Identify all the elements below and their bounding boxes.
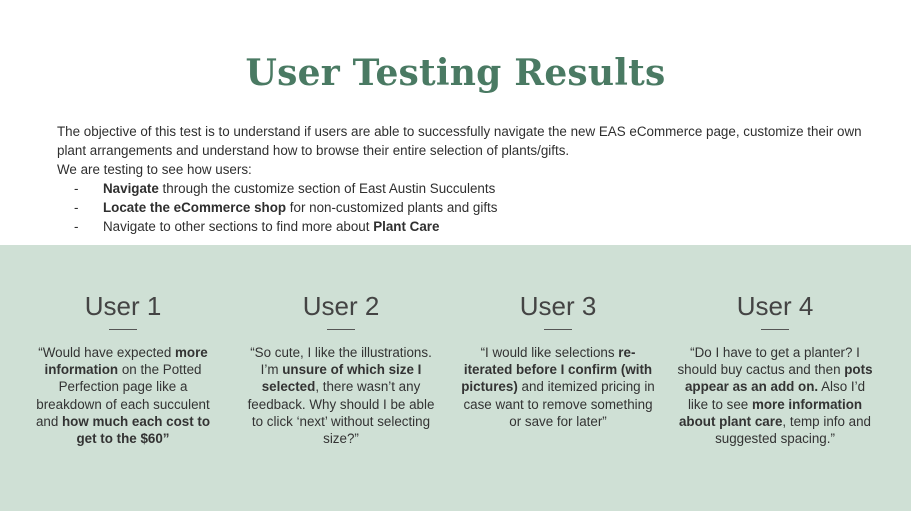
user-quote: “So cute, I like the illustrations. I’m … [243, 344, 439, 447]
heading-divider [109, 329, 137, 330]
goal-text: for non-customized plants and gifts [286, 200, 498, 215]
goal-text: through the customize section of East Au… [158, 181, 496, 196]
intro-section: The objective of this test is to underst… [57, 122, 887, 236]
bullet-dash: - [74, 219, 79, 234]
user-quote: “Do I have to get a planter? I should bu… [677, 344, 873, 447]
goals-list: - Navigate through the customize section… [57, 179, 887, 236]
goal-item-navigate: - Navigate through the customize section… [57, 179, 887, 198]
goal-text: Navigate to other sections to find more … [103, 219, 374, 234]
goal-item-locate: - Locate the eCommerce shop for non-cust… [57, 198, 887, 217]
slide-title: User Testing Results [245, 52, 666, 94]
objective-text: The objective of this test is to underst… [57, 124, 862, 158]
user-card-1: User 1 “Would have expected more informa… [25, 291, 221, 447]
user-heading: User 4 [736, 291, 814, 321]
user-heading: User 2 [302, 291, 380, 321]
user-quote: “Would have expected more information on… [25, 344, 221, 447]
quote-text: “I would like selections [480, 345, 619, 360]
heading-divider [544, 329, 572, 330]
user-card-2: User 2 “So cute, I like the illustration… [243, 291, 439, 447]
goal-bold: Locate the eCommerce shop [103, 200, 287, 215]
goal-bold: Plant Care [373, 219, 440, 234]
heading-divider [327, 329, 355, 330]
user-feedback-panel: User 1 “Would have expected more informa… [0, 245, 911, 511]
user-card-3: User 3 “I would like selections re-itera… [460, 291, 656, 430]
quote-emphasis: how much each cost to get to the $60” [62, 413, 211, 447]
quote-text: “Would have expected [38, 345, 175, 360]
user-card-4: User 4 “Do I have to get a planter? I sh… [677, 291, 873, 447]
quote-text: “Do I have to get a planter? I should bu… [677, 345, 860, 378]
heading-divider [761, 329, 789, 330]
user-quote: “I would like selections re-iterated bef… [460, 344, 656, 430]
bullet-dash: - [74, 181, 79, 196]
goal-bold: Navigate [103, 181, 159, 196]
bullet-dash: - [74, 200, 79, 215]
goal-item-plant-care: - Navigate to other sections to find mor… [57, 217, 887, 236]
user-heading: User 1 [84, 291, 162, 321]
user-heading: User 3 [519, 291, 597, 321]
testing-intro-text: We are testing to see how users: [57, 162, 252, 177]
